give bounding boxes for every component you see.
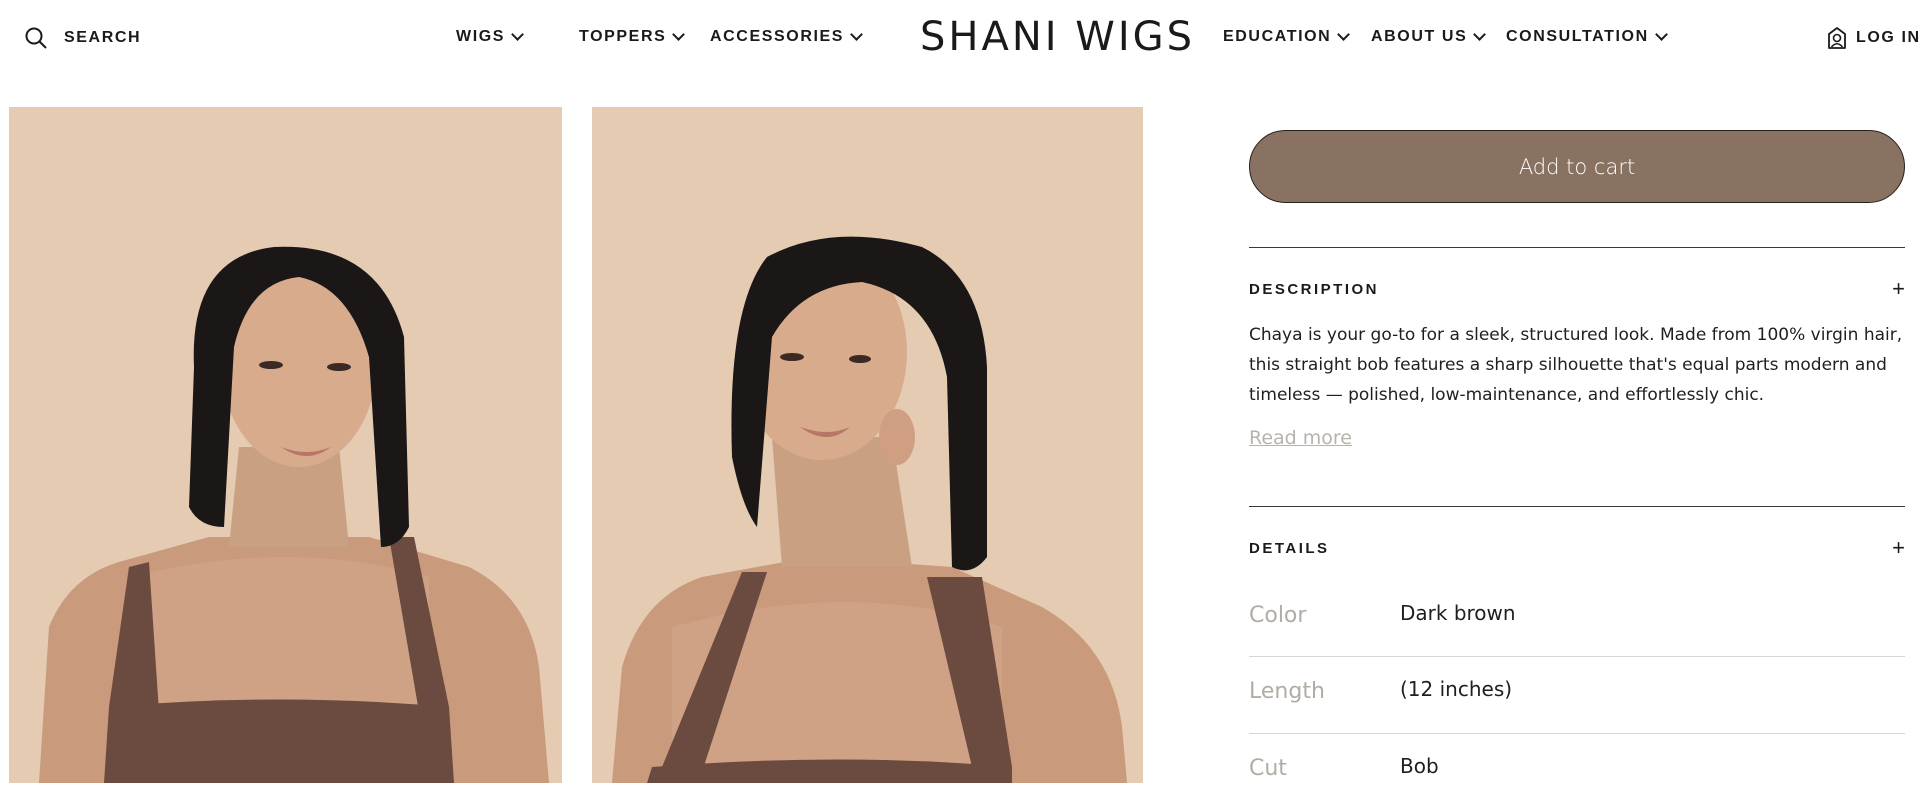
product-photo-side[interactable] (592, 107, 1143, 783)
site-header: SEARCH WIGS TOPPERS ACCESSORIES SHANI WI… (0, 0, 1920, 76)
plus-icon: + (1892, 535, 1905, 560)
nav-toppers-label: TOPPERS (579, 28, 667, 45)
nav-education-label: EDUCATION (1223, 28, 1332, 45)
plus-icon: + (1892, 276, 1905, 301)
detail-row-length: Length (12 inches) (1249, 657, 1905, 733)
model-illustration-front (9, 107, 562, 783)
detail-label: Length (1249, 679, 1325, 704)
login-button[interactable]: LOG IN (1826, 26, 1920, 50)
section-divider (1249, 506, 1905, 507)
detail-value: Bob (1400, 754, 1439, 778)
nav-toppers[interactable]: TOPPERS (579, 28, 686, 46)
nav-education[interactable]: EDUCATION (1223, 28, 1351, 46)
user-icon (1828, 27, 1846, 49)
product-description: Chaya is your go-to for a sleek, structu… (1249, 325, 1903, 405)
detail-label: Cut (1249, 756, 1287, 781)
chevron-down-icon (850, 28, 863, 41)
nav-about-us[interactable]: ABOUT US (1371, 28, 1487, 46)
chevron-down-icon (1473, 28, 1487, 41)
nav-accessories[interactable]: ACCESSORIES (710, 28, 863, 46)
nav-wigs[interactable]: WIGS (456, 28, 524, 46)
chevron-down-icon (511, 28, 524, 41)
nav-wigs-label: WIGS (456, 28, 506, 45)
description-title: DESCRIPTION (1249, 280, 1380, 298)
detail-value: Dark brown (1400, 601, 1516, 625)
detail-label: Color (1249, 603, 1307, 628)
details-title: DETAILS (1249, 539, 1330, 557)
search-label: SEARCH (64, 29, 142, 46)
login-label: LOG IN (1856, 29, 1920, 46)
search-button[interactable]: SEARCH (24, 26, 141, 50)
nav-about-us-label: ABOUT US (1371, 28, 1468, 45)
product-photo-front[interactable] (9, 107, 562, 783)
chevron-down-icon (1337, 28, 1351, 41)
detail-row-color: Color Dark brown (1249, 580, 1905, 656)
site-logo[interactable]: SHANI WIGS (920, 14, 1195, 60)
search-icon (25, 27, 47, 49)
model-illustration-side (592, 107, 1143, 783)
read-more-link[interactable]: Read more (1249, 427, 1352, 449)
nav-accessories-label: ACCESSORIES (710, 28, 845, 45)
nav-consultation-label: CONSULTATION (1506, 28, 1649, 45)
add-to-cart-button[interactable]: Add to cart (1249, 130, 1905, 203)
chevron-down-icon (672, 28, 686, 41)
detail-row-cut: Cut Bob (1249, 734, 1905, 803)
nav-consultation[interactable]: CONSULTATION (1506, 28, 1668, 46)
description-toggle[interactable]: DESCRIPTION + (1249, 278, 1905, 300)
detail-value: (12 inches) (1400, 677, 1513, 701)
section-divider (1249, 247, 1905, 248)
details-toggle[interactable]: DETAILS + (1249, 537, 1905, 559)
chevron-down-icon (1654, 28, 1668, 41)
